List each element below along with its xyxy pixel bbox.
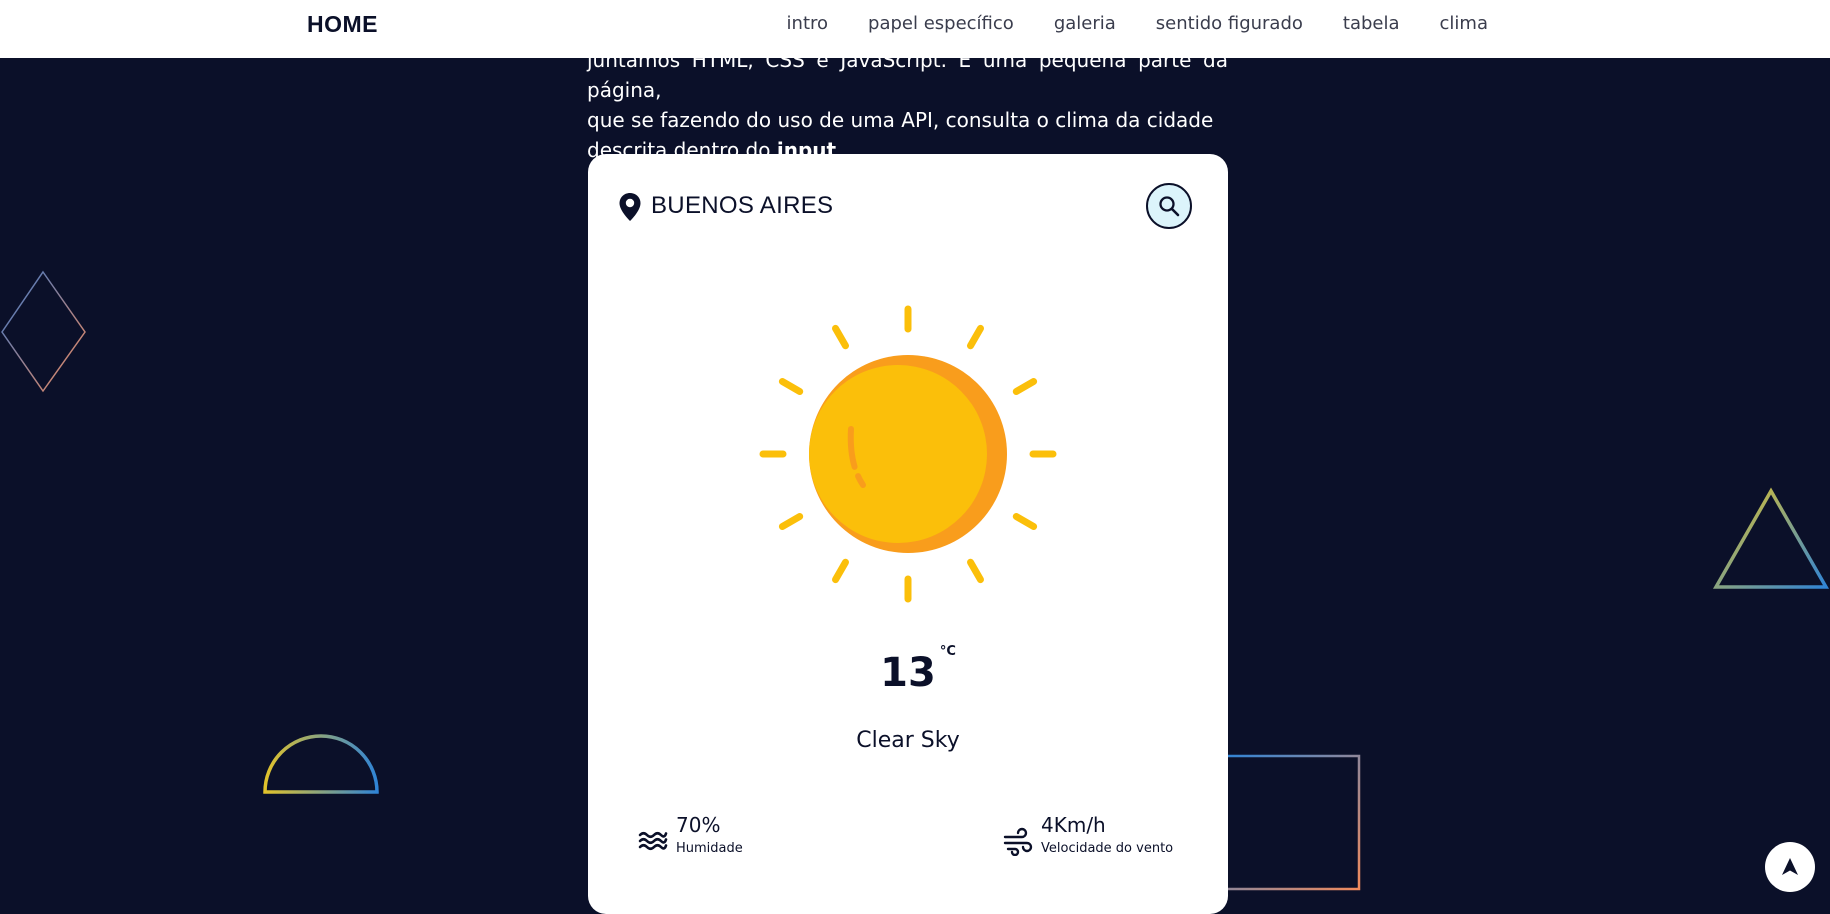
city-name: BUENOS AIRES	[651, 192, 834, 219]
scroll-top-button[interactable]	[1765, 842, 1815, 892]
wind-stat: 4Km/h Velocidade do vento	[1003, 812, 1173, 858]
nav-link-clima[interactable]: clima	[1440, 13, 1488, 34]
wind-label: Velocidade do vento	[1041, 841, 1174, 856]
temperature-wrap: 13 °C	[880, 644, 956, 696]
humidity-text: 70% Humidade	[676, 812, 743, 858]
intro-paragraph: juntamos HTML, CSS e JavaScript. É uma p…	[587, 45, 1228, 165]
sun-icon	[759, 305, 1057, 603]
map-pin-icon	[619, 193, 641, 221]
nav-link-galeria[interactable]: galeria	[1054, 13, 1116, 34]
humidity-label: Humidade	[676, 841, 743, 856]
nav-links: intro papel específico galeria sentido f…	[787, 13, 1488, 34]
weather-card: BUENOS AIRES 13 °C Clear Sky 70% Humidad…	[588, 154, 1228, 914]
wind-value: 4Km/h	[1041, 813, 1106, 837]
nav-link-papel-especifico[interactable]: papel específico	[868, 13, 1014, 34]
home-link[interactable]: HOME	[307, 11, 378, 38]
wind-icon	[1003, 827, 1033, 856]
search-icon	[1159, 196, 1180, 217]
diamond-shape	[1, 270, 86, 393]
waves-icon	[638, 831, 668, 851]
intro-line-2: que se fazendo do uso de uma API, consul…	[587, 108, 1214, 132]
temperature-value: 13	[880, 650, 936, 696]
wind-text: 4Km/h Velocidade do vento	[1041, 812, 1173, 858]
weather-description: Clear Sky	[856, 728, 960, 753]
nav-link-intro[interactable]: intro	[787, 13, 828, 34]
rectangle-shape	[1222, 754, 1361, 891]
nav-link-tabela[interactable]: tabela	[1343, 13, 1400, 34]
triangle-shape	[1712, 487, 1830, 589]
temperature-unit: °C	[939, 644, 956, 659]
half-circle-shape	[263, 734, 379, 794]
navbar: HOME intro papel específico galeria sent…	[0, 0, 1830, 58]
humidity-stat: 70% Humidade	[638, 812, 743, 858]
nav-link-sentido-figurado[interactable]: sentido figurado	[1156, 13, 1303, 34]
search-button[interactable]	[1146, 183, 1192, 229]
arrow-up-icon	[1782, 858, 1798, 875]
temperature: 13 °C	[588, 644, 1228, 696]
humidity-value: 70%	[676, 813, 721, 837]
